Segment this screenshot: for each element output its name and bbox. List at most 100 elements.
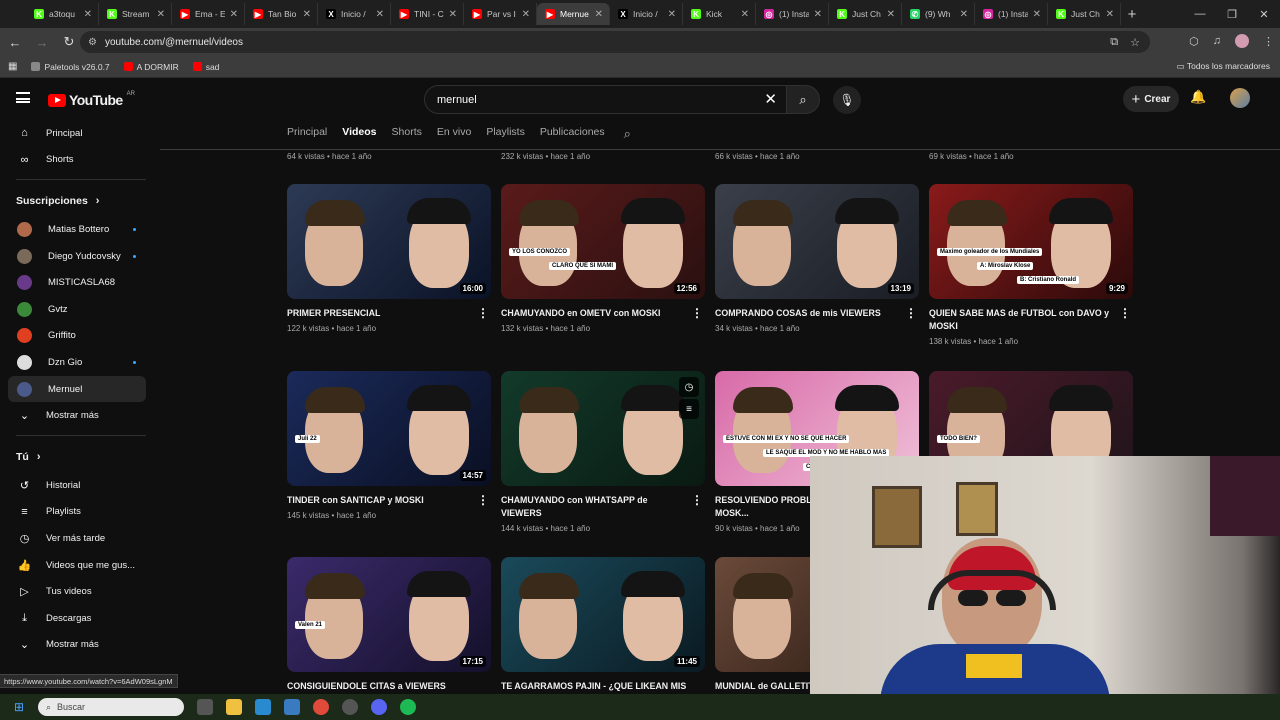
site-info-icon[interactable]: ⚙ bbox=[88, 37, 97, 48]
tab-close-icon[interactable]: ✕ bbox=[522, 9, 530, 20]
video-menu-icon[interactable]: ⋮ bbox=[905, 306, 917, 320]
video-title[interactable]: CONSIGUIENDOLE CITAS a VIEWERS bbox=[287, 680, 473, 693]
media-control-icon[interactable]: ♫ bbox=[1213, 35, 1221, 47]
sidebar-item-shorts[interactable]: ∞ Shorts bbox=[8, 147, 146, 174]
subscriptions-heading[interactable]: Suscripciones › bbox=[0, 186, 158, 216]
browser-tab[interactable]: K Kick ✕ bbox=[683, 3, 756, 25]
video-thumbnail[interactable]: 16:00 bbox=[287, 184, 491, 299]
browser-tab[interactable]: ▶ TINI - C ✕ bbox=[391, 3, 464, 25]
browser-menu-icon[interactable]: ⋮ bbox=[1263, 35, 1274, 48]
show-more-button[interactable]: ⌄ Mostrar más bbox=[8, 402, 146, 429]
video-card[interactable]: 11:45 TE AGARRAMOS PAJIN - ¿QUE LIKEAN MI… bbox=[501, 557, 705, 706]
file-explorer-icon[interactable] bbox=[226, 699, 242, 715]
channel-tab[interactable]: Shorts bbox=[392, 126, 422, 142]
video-card[interactable]: Maximo goleador de los Mundiales A: Miros… bbox=[929, 184, 1133, 346]
bookmark-item[interactable]: Paletools v26.0.7 bbox=[31, 62, 110, 72]
video-thumbnail[interactable]: 11:45 bbox=[501, 557, 705, 672]
restore-icon[interactable]: ❐ bbox=[1216, 0, 1248, 28]
sidebar-subscription[interactable]: Diego Yudcovsky bbox=[8, 243, 146, 270]
video-thumbnail[interactable]: 13:19 bbox=[715, 184, 919, 299]
youtube-logo[interactable]: YouTube AR bbox=[48, 91, 135, 108]
minimize-icon[interactable]: — bbox=[1184, 0, 1216, 28]
tab-close-icon[interactable]: ✕ bbox=[1106, 9, 1114, 20]
tab-close-icon[interactable]: ✕ bbox=[887, 9, 895, 20]
browser-tab[interactable]: ▶ Ema - E ✕ bbox=[172, 3, 245, 25]
tab-close-icon[interactable]: ✕ bbox=[960, 9, 968, 20]
bookmark-star-icon[interactable]: ☆ bbox=[1130, 36, 1140, 49]
video-title[interactable]: TINDER con SANTICAP y MOSKI bbox=[287, 494, 473, 507]
create-button[interactable]: + Crear bbox=[1123, 86, 1179, 112]
sidebar-subscription[interactable]: Dzn Gio bbox=[8, 349, 146, 376]
channel-tab[interactable]: Principal bbox=[287, 126, 327, 142]
tab-close-icon[interactable]: ✕ bbox=[1033, 9, 1041, 20]
you-heading[interactable]: Tú › bbox=[0, 442, 158, 472]
channel-tab[interactable]: Playlists bbox=[486, 126, 525, 142]
sidebar-subscription[interactable]: Mernuel bbox=[8, 375, 146, 403]
discord-icon[interactable] bbox=[371, 699, 387, 715]
back-icon[interactable]: ← bbox=[3, 30, 27, 54]
store-icon[interactable] bbox=[284, 699, 300, 715]
channel-tab[interactable]: Videos bbox=[342, 126, 376, 142]
notifications-bell-icon[interactable]: 🔔 bbox=[1190, 89, 1206, 105]
browser-tab[interactable]: K Just Ch ✕ bbox=[1048, 3, 1121, 25]
video-card[interactable]: ◷ ≡ CHAMUYANDO con WHATSAPP de VIEWERS 144 … bbox=[501, 371, 705, 533]
tab-close-icon[interactable]: ✕ bbox=[595, 9, 603, 20]
video-card[interactable]: Juli 22 14:57 TINDER con SANTICAP y MOSKI 1… bbox=[287, 371, 491, 520]
video-menu-icon[interactable]: ⋮ bbox=[477, 493, 489, 507]
install-app-icon[interactable]: ⧉ bbox=[1110, 36, 1118, 49]
hamburger-menu-icon[interactable] bbox=[16, 92, 30, 103]
video-card[interactable]: Valen 21 17:15 CONSIGUIENDOLE CITAS a VIEW… bbox=[287, 557, 491, 693]
browser-tab[interactable]: ◎ (1) Insta ✕ bbox=[756, 3, 829, 25]
search-button[interactable]: ⌕ bbox=[786, 85, 820, 114]
browser-tab[interactable]: K Just Ch ✕ bbox=[829, 3, 902, 25]
browser-tab[interactable]: ◎ (1) Insta ✕ bbox=[975, 3, 1048, 25]
video-title[interactable]: PRIMER PRESENCIAL bbox=[287, 307, 473, 320]
show-more-button[interactable]: ⌄ Mostrar más bbox=[8, 632, 146, 659]
all-bookmarks-button[interactable]: ▭ Todos los marcadores bbox=[1177, 61, 1270, 72]
bookmark-item[interactable]: sad bbox=[192, 62, 219, 72]
channel-tab[interactable]: Publicaciones bbox=[540, 126, 605, 142]
video-menu-icon[interactable]: ⋮ bbox=[477, 306, 489, 320]
video-menu-icon[interactable]: ⋮ bbox=[691, 306, 703, 320]
sidebar-item-you[interactable]: ▷ Tus videos bbox=[8, 578, 146, 605]
browser-tab[interactable]: Ka3toqu ✕ bbox=[26, 3, 99, 25]
video-title[interactable]: CHAMUYANDO en OMETV con MOSKI bbox=[501, 307, 687, 320]
sidebar-item-you[interactable]: 👍 Videos que me gus... bbox=[8, 552, 146, 579]
video-thumbnail[interactable]: YO LOS CONOZCO CLARO QUE SI MAMI 12:56 bbox=[501, 184, 705, 299]
clear-search-icon[interactable]: ✕ bbox=[764, 90, 777, 108]
sidebar-item-you[interactable]: ◷ Ver más tarde bbox=[8, 525, 146, 552]
video-title[interactable]: COMPRANDO COSAS de mis VIEWERS bbox=[715, 307, 901, 320]
close-window-icon[interactable]: ✕ bbox=[1248, 0, 1280, 28]
tab-close-icon[interactable]: ✕ bbox=[84, 9, 92, 20]
video-card[interactable]: 13:19 COMPRANDO COSAS de mis VIEWERS 34 k … bbox=[715, 184, 919, 333]
sidebar-subscription[interactable]: Matias Bottero bbox=[8, 216, 146, 243]
browser-tab[interactable]: ✆ (9) Wh ✕ bbox=[902, 3, 975, 25]
sidebar-item-you[interactable]: ↺ Historial bbox=[8, 472, 146, 499]
add-to-queue-icon[interactable]: ≡ bbox=[679, 399, 699, 419]
extensions-icon[interactable]: ⬡ bbox=[1189, 35, 1199, 48]
search-input[interactable]: mernuel ✕ bbox=[424, 85, 788, 114]
sidebar-item-you[interactable]: ⤓ Descargas bbox=[8, 605, 146, 632]
profile-avatar[interactable] bbox=[1235, 34, 1249, 48]
video-menu-icon[interactable]: ⋮ bbox=[1119, 306, 1131, 320]
sidebar-subscription[interactable]: Gvtz bbox=[8, 296, 146, 323]
video-card[interactable]: YO LOS CONOZCO CLARO QUE SI MAMI 12:56 CHAM… bbox=[501, 184, 705, 333]
reload-icon[interactable]: ↻ bbox=[57, 30, 81, 54]
tab-close-icon[interactable]: ✕ bbox=[157, 9, 165, 20]
forward-icon[interactable]: → bbox=[30, 30, 54, 54]
chrome-icon[interactable] bbox=[313, 699, 329, 715]
user-avatar[interactable] bbox=[1230, 88, 1250, 108]
sidebar-item-you[interactable]: ≡ Playlists bbox=[8, 499, 146, 526]
video-title[interactable]: CHAMUYANDO con WHATSAPP de VIEWERS bbox=[501, 494, 687, 520]
voice-search-button[interactable]: 🎙 bbox=[833, 86, 861, 114]
browser-tab[interactable]: ▶ Par vs I ✕ bbox=[464, 3, 537, 25]
browser-tab[interactable]: K Stream ✕ bbox=[99, 3, 172, 25]
app-icon[interactable] bbox=[342, 699, 358, 715]
video-menu-icon[interactable]: ⋮ bbox=[691, 493, 703, 507]
browser-tab[interactable]: X Inicio / ✕ bbox=[610, 3, 683, 25]
new-tab-icon[interactable]: + bbox=[1121, 6, 1143, 23]
channel-search-icon[interactable]: ⌕ bbox=[624, 126, 631, 142]
video-thumbnail[interactable]: Valen 21 17:15 bbox=[287, 557, 491, 672]
browser-tab[interactable]: X Inicio / ✕ bbox=[318, 3, 391, 25]
video-title[interactable]: QUIEN SABE MAS de FUTBOL con DAVO y MOSK… bbox=[929, 307, 1115, 333]
